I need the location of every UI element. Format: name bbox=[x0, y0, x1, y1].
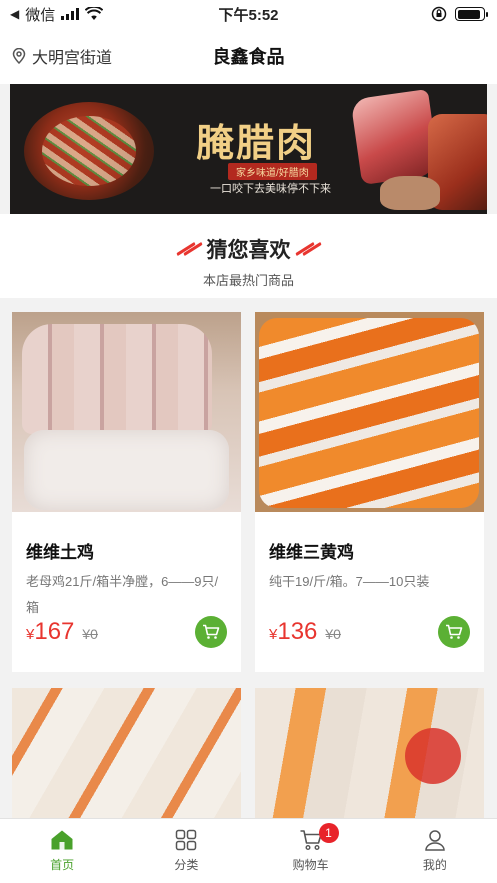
banner-tag: 家乡味道/好腊肉 bbox=[228, 163, 317, 180]
product-desc: 老母鸡21斤/箱半净膛，6——9只/箱 bbox=[26, 574, 219, 615]
add-to-cart-button[interactable] bbox=[195, 616, 227, 648]
product-image[interactable] bbox=[12, 312, 241, 512]
signal-icon bbox=[61, 8, 80, 20]
location-label: 大明宫街道 bbox=[32, 50, 113, 67]
product-image[interactable] bbox=[12, 688, 241, 818]
product-card[interactable] bbox=[255, 688, 484, 818]
promo-banner[interactable]: 腌腊肉 家乡味道/好腊肉 一口咬下去美味停不下来 bbox=[10, 84, 487, 214]
tab-category[interactable]: 分类 bbox=[124, 819, 248, 883]
product-old-price: ¥0 bbox=[325, 626, 341, 642]
back-arrow-icon[interactable]: ◀ bbox=[10, 7, 19, 21]
category-grid-icon bbox=[176, 829, 197, 851]
recommend-section-header: 猜您喜欢 本店最热门商品 bbox=[0, 214, 497, 298]
cart-count-badge: 1 bbox=[318, 823, 339, 843]
status-left: ◀ 微信 bbox=[10, 4, 104, 25]
user-profile-icon bbox=[425, 830, 445, 851]
home-icon bbox=[51, 830, 73, 850]
status-right bbox=[431, 6, 488, 22]
product-name: 维维三黄鸡 bbox=[269, 543, 354, 562]
location-pin-icon bbox=[12, 48, 26, 64]
tab-label: 首页 bbox=[50, 858, 75, 872]
bottom-tab-bar: 首页 分类 1 购物车 我的 bbox=[0, 818, 497, 883]
section-title-row: 猜您喜欢 bbox=[0, 214, 497, 264]
currency-symbol: ¥ bbox=[26, 626, 35, 643]
section-subtitle: 本店最热门商品 bbox=[202, 273, 294, 288]
status-bar: ◀ 微信 下午5:52 bbox=[0, 0, 497, 28]
cart-icon bbox=[203, 624, 220, 639]
product-card[interactable] bbox=[12, 688, 241, 818]
product-grid: 维维土鸡 老母鸡21斤/箱半净膛，6——9只/箱 ¥ 167 ¥0 维维三黄鸡 … bbox=[0, 298, 497, 818]
section-title: 猜您喜欢 bbox=[206, 239, 291, 262]
product-card[interactable]: 维维土鸡 老母鸡21斤/箱半净膛，6——9只/箱 ¥ 167 ¥0 bbox=[12, 312, 241, 672]
battery-icon bbox=[455, 7, 488, 21]
product-name: 维维土鸡 bbox=[26, 543, 94, 562]
rotation-lock-icon bbox=[431, 6, 447, 22]
banner-slogan: 一口咬下去美味停不下来 bbox=[210, 183, 331, 195]
product-price: 136 bbox=[277, 618, 318, 645]
tab-label: 购物车 bbox=[292, 858, 329, 872]
slash-decoration-icon bbox=[175, 241, 203, 257]
tab-home[interactable]: 首页 bbox=[0, 819, 124, 883]
product-image[interactable] bbox=[255, 312, 484, 512]
currency-symbol: ¥ bbox=[269, 626, 278, 643]
price-row: ¥ 167 ¥0 bbox=[26, 618, 98, 646]
product-price: 167 bbox=[34, 618, 75, 645]
add-to-cart-button[interactable] bbox=[438, 616, 470, 648]
slash-decoration-icon bbox=[294, 241, 322, 257]
location-selector[interactable]: 大明宫街道 bbox=[0, 44, 112, 68]
cart-icon bbox=[446, 624, 463, 639]
price-row: ¥ 136 ¥0 bbox=[269, 618, 341, 646]
tab-label: 分类 bbox=[174, 858, 199, 872]
banner-mushroom-image bbox=[380, 176, 440, 210]
banner-meat-image bbox=[350, 88, 440, 186]
product-desc: 纯干19/斤/箱。7——10只装 bbox=[269, 574, 430, 589]
product-image[interactable] bbox=[255, 688, 484, 818]
product-card[interactable]: 维维三黄鸡 纯干19/斤/箱。7——10只装 ¥ 136 ¥0 bbox=[255, 312, 484, 672]
battery-fill bbox=[457, 9, 480, 19]
product-info: 维维三黄鸡 纯干19/斤/箱。7——10只装 ¥ 136 ¥0 bbox=[255, 512, 484, 672]
banner-food-plate-image bbox=[24, 102, 154, 200]
tab-label: 我的 bbox=[422, 858, 447, 872]
product-old-price: ¥0 bbox=[82, 626, 98, 642]
product-info: 维维土鸡 老母鸡21斤/箱半净膛，6——9只/箱 ¥ 167 ¥0 bbox=[12, 512, 241, 672]
nav-bar: 大明宫街道 良鑫食品 bbox=[0, 28, 497, 84]
wifi-icon bbox=[85, 7, 104, 20]
banner-title: 腌腊肉 bbox=[196, 120, 317, 165]
tab-cart[interactable]: 1 购物车 bbox=[249, 819, 373, 883]
carrier-label: 微信 bbox=[25, 6, 56, 24]
tab-profile[interactable]: 我的 bbox=[373, 819, 497, 883]
